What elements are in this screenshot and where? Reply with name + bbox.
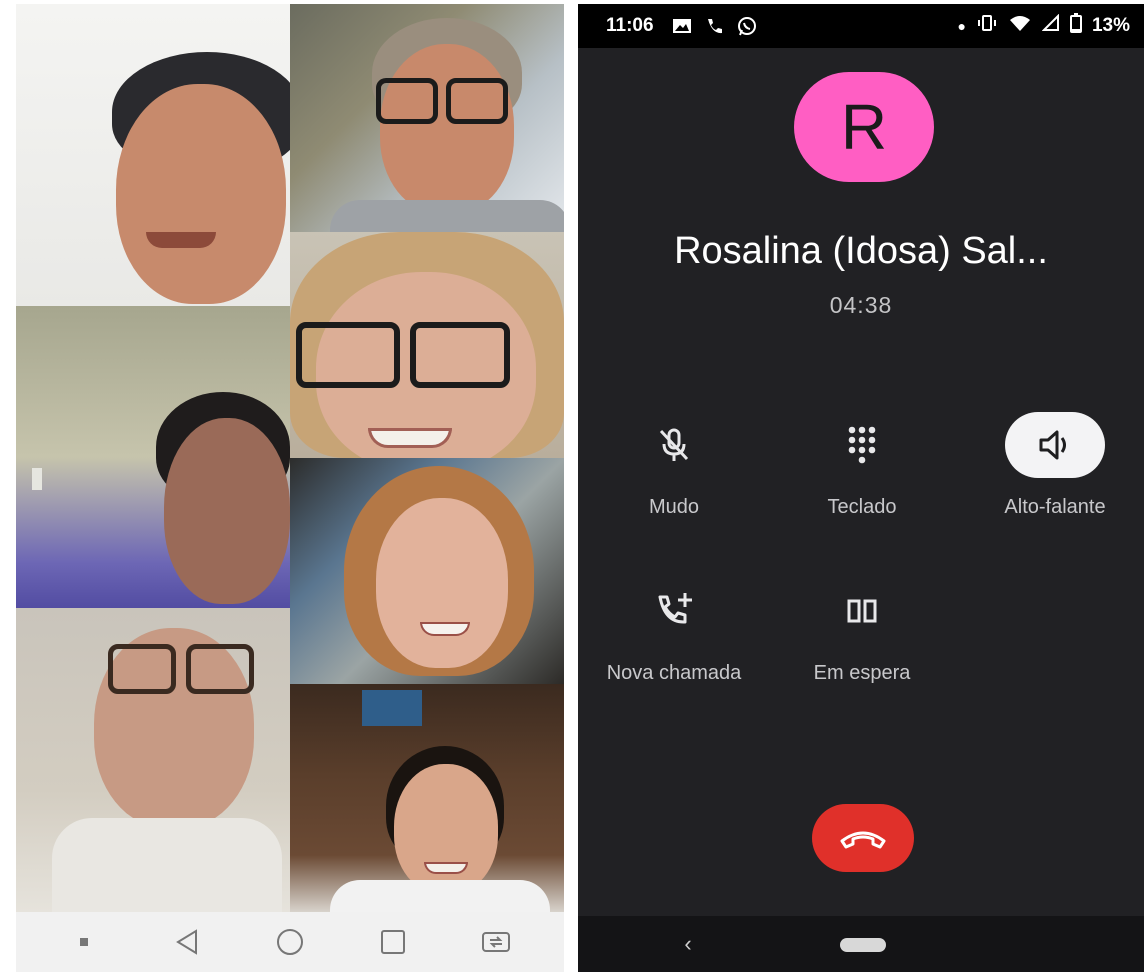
back-icon[interactable]: ‹	[668, 926, 708, 962]
rotate-screen-icon[interactable]	[466, 912, 526, 972]
mute-button[interactable]: Mudo	[599, 412, 749, 519]
add-call-label: Nova chamada	[606, 662, 742, 684]
vibrate-icon	[976, 14, 998, 38]
add-call-icon	[624, 578, 724, 644]
android-navigation-bar	[16, 912, 564, 972]
back-triangle-icon[interactable]	[157, 912, 217, 972]
contact-name: Rosalina (Idosa) Sal...	[674, 230, 1048, 272]
avatar-letter: R	[840, 91, 888, 163]
whatsapp-icon	[736, 15, 758, 37]
square-icon[interactable]	[54, 912, 114, 972]
participant-video-tile[interactable]	[290, 4, 564, 232]
add-call-button[interactable]: Nova chamada	[599, 578, 749, 685]
participant-video-tile[interactable]	[16, 4, 290, 306]
battery-percentage: 13%	[1091, 15, 1130, 36]
call-timer: 04:38	[829, 292, 893, 318]
speaker-button[interactable]: Alto-falante	[980, 412, 1130, 519]
hold-label: Em espera	[813, 662, 911, 684]
phone-icon	[704, 16, 724, 36]
participant-video-tile[interactable]	[16, 306, 290, 608]
recents-square-icon[interactable]	[363, 912, 423, 972]
keypad-button[interactable]: Teclado	[787, 412, 937, 519]
dot-icon: ●	[957, 18, 966, 34]
mic-off-icon	[624, 412, 724, 478]
home-circle-icon[interactable]	[260, 912, 320, 972]
participant-video-tile[interactable]	[290, 458, 564, 684]
wifi-icon	[1008, 14, 1032, 38]
hang-up-icon	[840, 831, 886, 849]
hold-button[interactable]: Em espera	[787, 578, 937, 685]
image-icon	[672, 17, 692, 35]
phone-call-screen: 11:06 ● 13% R Rosalina (Idosa) Sal... 04…	[578, 4, 1144, 972]
participant-video-tile[interactable]	[290, 232, 564, 458]
dialpad-icon	[812, 412, 912, 478]
pause-icon	[812, 578, 912, 644]
participant-video-tile[interactable]	[290, 684, 564, 912]
end-call-button[interactable]	[812, 804, 914, 872]
battery-icon	[1069, 13, 1082, 39]
keypad-label: Teclado	[827, 496, 897, 518]
participant-video-grid	[16, 4, 564, 912]
video-call-screen	[16, 4, 564, 972]
speaker-label: Alto-falante	[1004, 496, 1106, 518]
contact-avatar: R	[794, 72, 934, 182]
status-right-group: ● 13%	[957, 13, 1130, 39]
status-bar: 11:06 ● 13%	[578, 4, 1144, 48]
android-gesture-bar: ‹	[578, 916, 1144, 972]
speaker-icon	[1005, 412, 1105, 478]
participant-video-tile[interactable]	[16, 608, 290, 912]
status-time: 11:06	[606, 15, 654, 36]
mute-label: Mudo	[648, 496, 700, 518]
signal-icon	[1041, 13, 1060, 38]
home-pill[interactable]	[840, 938, 886, 952]
